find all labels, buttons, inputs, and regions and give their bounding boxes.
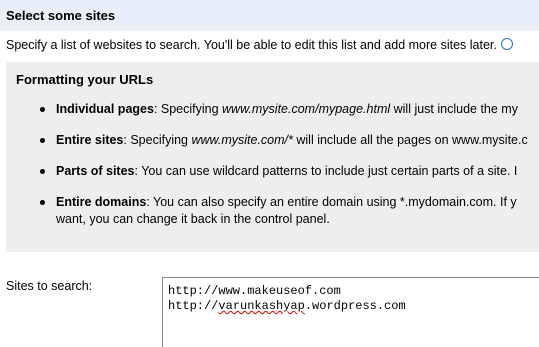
rule-name: Individual pages	[56, 102, 154, 116]
rule-rest: will just include the my	[390, 102, 518, 116]
rule-name: Entire sites	[56, 133, 124, 147]
rule-entire-domains: Entire domains: You can also specify an …	[16, 194, 539, 228]
rule-continuation: want, you can change it back in the cont…	[56, 212, 330, 226]
spellcheck-word: varunkashyap	[218, 299, 305, 313]
section-title: Select some sites	[6, 8, 116, 23]
site-line: http://www.makeuseof.com	[168, 284, 341, 298]
rule-name: Entire domains	[56, 195, 147, 209]
rule-text: : Specifying	[153, 102, 223, 116]
formatting-info-box: Formatting your URLs Individual pages: S…	[6, 62, 539, 252]
rule-text: : Specifying	[123, 133, 192, 147]
intro-label: Specify a list of websites to search. Yo…	[6, 38, 497, 52]
site-line: http://varunkashyap.wordpress.com	[168, 299, 539, 314]
rule-text: : You can use wildcard patterns to inclu…	[134, 164, 518, 178]
site-suffix: .wordpress.com	[304, 299, 406, 313]
rule-text: : You can also specify an entire domain …	[146, 195, 517, 209]
rule-name: Parts of sites	[56, 164, 135, 178]
intro-text: Specify a list of websites to search. Yo…	[6, 38, 513, 52]
rule-parts-of-sites: Parts of sites: You can use wildcard pat…	[16, 163, 539, 180]
rule-example: www.mysite.com/mypage.html	[222, 102, 391, 116]
section-header: Select some sites	[0, 0, 539, 31]
help-icon[interactable]	[500, 38, 513, 50]
sites-textarea[interactable]: http://www.makeuseof.com http://varunkas…	[162, 277, 539, 347]
rules-list: Individual pages: Specifying www.mysite.…	[16, 101, 539, 228]
sites-to-search-label: Sites to search:	[6, 279, 93, 293]
rule-individual-pages: Individual pages: Specifying www.mysite.…	[16, 101, 539, 118]
site-prefix: http://	[168, 299, 219, 313]
info-title: Formatting your URLs	[16, 72, 154, 87]
rule-entire-sites: Entire sites: Specifying www.mysite.com/…	[16, 132, 539, 149]
rule-rest: will include all the pages on www.mysite…	[292, 133, 528, 147]
rule-example: www.mysite.com/*	[191, 133, 293, 147]
